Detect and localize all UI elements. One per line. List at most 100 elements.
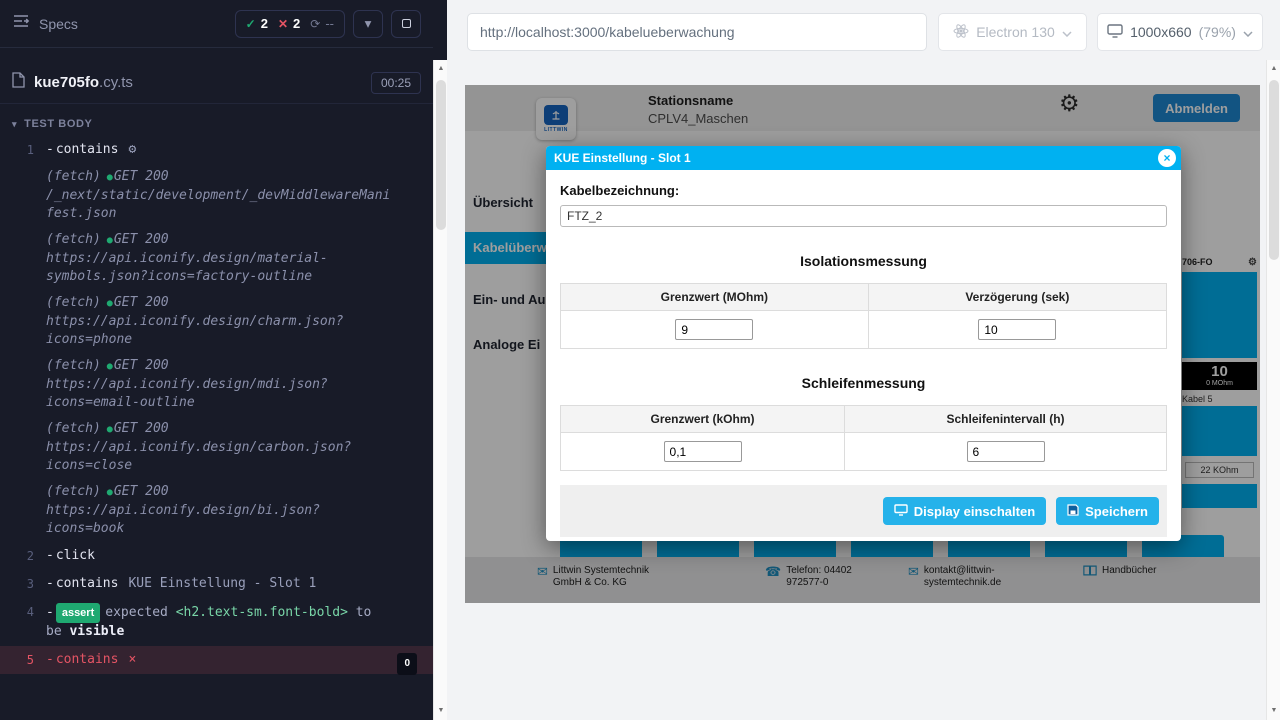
test-step[interactable]: 1 contains⚙ [0, 136, 433, 164]
app-under-test: Stationsname CPLV4_Maschen ⚙ Abmelden LI… [465, 85, 1260, 603]
browser-label: Electron 130 [976, 24, 1055, 40]
isolation-table: Grenzwert (MOhm) Verzögerung (sek) [560, 283, 1167, 349]
assert-step[interactable]: 4 assertexpected <h2.text-sm.font-bold> … [0, 598, 433, 646]
http-method: GET [114, 484, 137, 499]
status-dot-icon: ● [107, 172, 113, 183]
fetch-tag: (fetch) [46, 421, 101, 436]
main-area: Electron 130 1000x660 (79%) Stationsname… [447, 0, 1280, 720]
passed-count: 2 [261, 16, 268, 31]
scrollbar-thumb[interactable] [1269, 80, 1279, 260]
viewport-zoom: (79%) [1199, 24, 1236, 40]
request-url: https://api.iconify.design/material-symb… [46, 251, 328, 284]
step-number: 2 [10, 547, 34, 565]
fetch-log[interactable]: (fetch)●GET 200 https://api.iconify.desi… [0, 416, 433, 479]
failed-step[interactable]: 5 contains× 0 [0, 646, 433, 674]
fetch-tag: (fetch) [46, 358, 101, 373]
status-dot-icon: ● [107, 361, 113, 372]
gear-icon: ⚙ [128, 142, 136, 157]
test-stats: ✓2 ✕2 ⟳-- [235, 10, 345, 38]
fetch-log[interactable]: (fetch)●GET 200 https://api.iconify.desi… [0, 353, 433, 416]
fetch-tag: (fetch) [46, 295, 101, 310]
test-step[interactable]: 3 containsKUE Einstellung - Slot 1 [0, 570, 433, 598]
assert-element: <h2.text-sm.font-bold> [176, 605, 348, 620]
refresh-icon: ⟳ [310, 17, 320, 31]
modal-footer: Display einschalten Speichern [560, 485, 1167, 537]
test-body-label: TEST BODY [24, 118, 92, 130]
command-name: click [56, 548, 95, 563]
stop-button[interactable] [391, 10, 421, 38]
assert-strong-text: visible [69, 624, 124, 639]
cable-name-label: Kabelbezeichnung: [560, 183, 1167, 198]
fetch-tag: (fetch) [46, 484, 101, 499]
window-scrollbar[interactable]: ▲ ▼ [1266, 60, 1280, 720]
column-header: Grenzwert (kOhm) [561, 406, 845, 433]
column-header: Verzögerung (sek) [868, 284, 1166, 311]
http-status: 200 [145, 484, 168, 499]
spec-timer: 00:25 [371, 72, 421, 94]
loop-limit-input[interactable] [664, 441, 742, 462]
scroll-up-icon[interactable]: ▲ [1267, 62, 1280, 76]
http-method: GET [114, 169, 137, 184]
display-on-button[interactable]: Display einschalten [883, 497, 1046, 525]
test-body-toggle[interactable]: ▾ TEST BODY [0, 104, 433, 136]
http-method: GET [114, 421, 137, 436]
isolation-heading: Isolationsmessung [560, 253, 1167, 269]
scrollbar-thumb[interactable] [436, 80, 446, 230]
scroll-up-icon[interactable]: ▲ [434, 62, 448, 76]
command-name: contains [56, 576, 119, 591]
chevron-down-icon [1062, 24, 1072, 40]
step-number: 4 [10, 603, 34, 641]
spec-file-icon [12, 72, 25, 93]
save-button[interactable]: Speichern [1056, 497, 1159, 525]
failed-count: 2 [293, 16, 300, 31]
http-method: GET [114, 295, 137, 310]
assert-text: be [46, 624, 62, 639]
status-dot-icon: ● [107, 235, 113, 246]
assert-text: expected [105, 605, 168, 620]
iso-delay-input[interactable] [978, 319, 1056, 340]
modal-title: KUE Einstellung - Slot 1 [554, 151, 691, 165]
spec-header[interactable]: kue705fo.cy.ts 00:25 [0, 62, 433, 104]
modal-title-bar: KUE Einstellung - Slot 1 × [546, 146, 1181, 170]
loop-interval-input[interactable] [967, 441, 1045, 462]
http-status: 200 [145, 421, 168, 436]
scroll-down-icon[interactable]: ▼ [434, 704, 448, 718]
command-arg: KUE Einstellung - Slot 1 [128, 576, 316, 591]
specs-menu-icon[interactable] [12, 14, 30, 33]
iso-limit-input[interactable] [675, 319, 753, 340]
command-log: 1 contains⚙ (fetch)●GET 200 /_next/stati… [0, 136, 433, 674]
http-status: 200 [145, 232, 168, 247]
spec-name: kue705fo [34, 74, 99, 91]
reporter-scrollbar[interactable]: ▲ ▼ [433, 60, 447, 720]
status-dot-icon: ● [107, 298, 113, 309]
browser-selector[interactable]: Electron 130 [938, 13, 1087, 51]
test-step[interactable]: 2 click [0, 542, 433, 570]
loop-table: Grenzwert (kOhm) Schleifenintervall (h) [560, 405, 1167, 471]
kue-settings-modal: KUE Einstellung - Slot 1 × Kabelbezeichn… [546, 146, 1181, 541]
command-name: contains [56, 652, 119, 667]
fetch-log[interactable]: (fetch)●GET 200 https://api.iconify.desi… [0, 479, 433, 542]
fetch-tag: (fetch) [46, 232, 101, 247]
viewport-selector[interactable]: 1000x660 (79%) [1097, 13, 1263, 51]
url-input[interactable] [467, 13, 927, 51]
fetch-log[interactable]: (fetch)●GET 200 /_next/static/developmen… [0, 164, 433, 227]
http-method: GET [114, 358, 137, 373]
column-header: Schleifenintervall (h) [845, 406, 1167, 433]
pending-count: -- [325, 16, 334, 31]
close-icon[interactable]: × [1158, 149, 1176, 167]
status-dot-icon: ● [107, 487, 113, 498]
viewport-icon [1107, 24, 1123, 41]
cable-name-input[interactable] [560, 205, 1167, 227]
specs-label[interactable]: Specs [39, 16, 78, 32]
fetch-log[interactable]: (fetch)●GET 200 https://api.iconify.desi… [0, 290, 433, 353]
scroll-down-icon[interactable]: ▼ [1267, 704, 1280, 718]
chevron-down-icon: ▾ [365, 16, 372, 32]
fetch-log[interactable]: (fetch)●GET 200 https://api.iconify.desi… [0, 227, 433, 290]
step-number: 5 [10, 651, 34, 669]
caret-down-icon: ▾ [12, 119, 17, 129]
reporter-header: Specs ✓2 ✕2 ⟳-- ▾ [0, 0, 433, 48]
pending-stat: ⟳ -- [310, 16, 334, 31]
request-url: https://api.iconify.design/carbon.json?i… [46, 440, 351, 473]
assert-text: to [356, 605, 372, 620]
collapse-all-button[interactable]: ▾ [353, 10, 383, 38]
